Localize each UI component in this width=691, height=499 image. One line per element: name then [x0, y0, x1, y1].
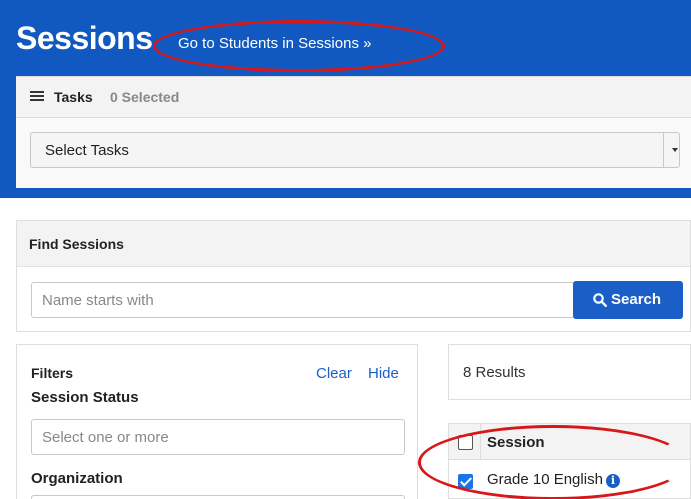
select-tasks-dropdown[interactable]: Select Tasks	[30, 132, 680, 168]
search-button[interactable]: Search	[573, 281, 683, 319]
chevron-down-icon[interactable]	[663, 132, 679, 168]
find-sessions-header: Find Sessions	[17, 221, 690, 267]
search-icon	[593, 293, 607, 307]
filters-panel: Filters Clear Hide Session Status Select…	[16, 344, 418, 499]
clear-filters-link[interactable]: Clear	[316, 365, 352, 382]
organization-label: Organization	[31, 470, 123, 487]
select-all-checkbox[interactable]	[458, 435, 473, 450]
page-title: Sessions	[16, 20, 153, 56]
find-sessions-title: Find Sessions	[29, 236, 124, 252]
hide-filters-link[interactable]: Hide	[368, 365, 399, 382]
tasks-list-icon	[30, 91, 44, 103]
session-row-checkbox[interactable]	[458, 474, 473, 489]
organization-select[interactable]	[31, 495, 405, 499]
filters-title: Filters	[31, 365, 74, 381]
session-column-header[interactable]: Session	[487, 434, 545, 451]
session-name-text: Grade 10 English	[487, 471, 603, 488]
search-button-label: Search	[611, 291, 662, 308]
info-icon[interactable]: i	[605, 474, 620, 488]
sessions-table: Session Grade 10 English i	[448, 423, 691, 499]
table-header: Session	[449, 424, 690, 460]
session-row-grade-10-english[interactable]: Grade 10 English i	[449, 460, 690, 499]
page: Sessions Go to Students in Sessions » Ta…	[0, 0, 691, 499]
select-tasks-label: Select Tasks	[45, 142, 129, 159]
session-status-select[interactable]: Select one or more	[31, 419, 405, 455]
tasks-selected-count: 0 Selected	[110, 89, 180, 105]
tasks-label: Tasks	[54, 89, 93, 105]
results-panel: 8 Results	[448, 344, 691, 400]
go-to-students-link[interactable]: Go to Students in Sessions »	[178, 35, 371, 52]
name-search-input[interactable]	[31, 282, 583, 318]
column-divider	[480, 424, 481, 460]
find-sessions-panel: Find Sessions Search	[16, 220, 691, 332]
session-name[interactable]: Grade 10 English i	[487, 471, 620, 488]
tasks-select-area: Select Tasks	[16, 118, 691, 188]
results-count: 8 Results	[463, 364, 526, 381]
header-bar: Sessions Go to Students in Sessions » Ta…	[0, 0, 691, 198]
session-status-label: Session Status	[31, 389, 139, 406]
tasks-bar: Tasks 0 Selected	[16, 76, 691, 118]
